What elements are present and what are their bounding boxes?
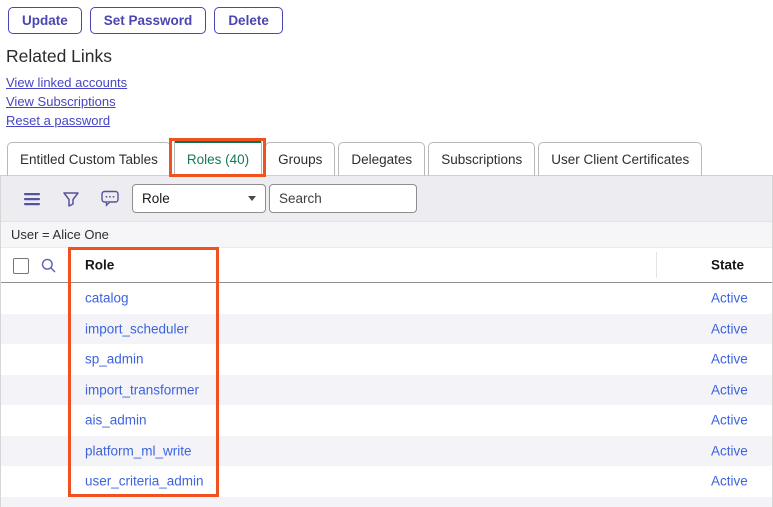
- related-links-title: Related Links: [6, 46, 127, 67]
- table-row: platform_ml_write Active: [1, 436, 772, 467]
- table-row: catalog Active: [1, 283, 772, 314]
- state-link[interactable]: Active: [711, 291, 748, 306]
- search-column-select[interactable]: Role: [132, 184, 266, 213]
- search-column-value: Role: [142, 191, 170, 206]
- tab-delegates[interactable]: Delegates: [338, 142, 425, 176]
- related-lists-tabbar: Entitled Custom Tables Roles (40) Groups…: [0, 139, 773, 176]
- table-row: import_scheduler Active: [1, 314, 772, 345]
- role-link[interactable]: import_scheduler: [85, 321, 189, 336]
- delete-button[interactable]: Delete: [214, 7, 283, 34]
- reset-a-password-link[interactable]: Reset a password: [6, 113, 110, 128]
- tab-user-client-certificates[interactable]: User Client Certificates: [538, 142, 702, 176]
- role-link[interactable]: sp_admin: [85, 352, 144, 367]
- comments-icon[interactable]: [101, 190, 119, 208]
- state-link[interactable]: Active: [711, 474, 748, 489]
- list-header-row: Role State: [1, 248, 772, 283]
- state-link[interactable]: Active: [711, 352, 748, 367]
- tab-entitled-custom-tables[interactable]: Entitled Custom Tables: [7, 142, 171, 176]
- state-link[interactable]: Active: [711, 413, 748, 428]
- chevron-down-icon: [248, 196, 256, 201]
- table-row: user_criteria_admin Active: [1, 466, 772, 497]
- filter-breadcrumb[interactable]: User = Alice One: [11, 227, 109, 242]
- table-row: sp_admin Active: [1, 344, 772, 375]
- related-links-section: Related Links View linked accounts View …: [6, 46, 127, 132]
- tab-roles[interactable]: Roles (40): [174, 138, 262, 176]
- view-linked-accounts-link[interactable]: View linked accounts: [6, 75, 127, 90]
- state-link[interactable]: Active: [711, 443, 748, 458]
- select-all-checkbox[interactable]: [13, 258, 29, 274]
- search-input[interactable]: [269, 184, 417, 213]
- list-menu-icon[interactable]: [23, 190, 41, 208]
- column-divider: [656, 252, 657, 278]
- state-link[interactable]: Active: [711, 321, 748, 336]
- tab-roles-label: Roles (40): [187, 152, 249, 167]
- table-row: ais_admin Active: [1, 405, 772, 436]
- role-link[interactable]: user_criteria_admin: [85, 474, 204, 489]
- filter-breadcrumb-row: User = Alice One: [1, 222, 772, 248]
- next-row-partial: [1, 497, 772, 507]
- role-link[interactable]: import_transformer: [85, 382, 199, 397]
- column-header-state[interactable]: State: [711, 258, 744, 273]
- filter-icon[interactable]: [62, 190, 80, 208]
- form-action-buttons: Update Set Password Delete: [8, 7, 283, 34]
- update-button[interactable]: Update: [8, 7, 82, 34]
- tab-groups[interactable]: Groups: [265, 142, 335, 176]
- tab-subscriptions[interactable]: Subscriptions: [428, 142, 535, 176]
- role-link[interactable]: ais_admin: [85, 413, 147, 428]
- column-header-role[interactable]: Role: [85, 258, 114, 273]
- user-record-page: Update Set Password Delete Related Links…: [0, 0, 773, 507]
- role-link[interactable]: platform_ml_write: [85, 443, 192, 458]
- roles-list-panel: Role User = Alice One Role State cata: [0, 176, 773, 507]
- state-link[interactable]: Active: [711, 382, 748, 397]
- view-subscriptions-link[interactable]: View Subscriptions: [6, 94, 116, 109]
- role-link[interactable]: catalog: [85, 291, 129, 306]
- list-toolbar: Role: [1, 176, 772, 222]
- table-row: import_transformer Active: [1, 375, 772, 406]
- column-search-icon[interactable]: [41, 258, 56, 273]
- set-password-button[interactable]: Set Password: [90, 7, 207, 34]
